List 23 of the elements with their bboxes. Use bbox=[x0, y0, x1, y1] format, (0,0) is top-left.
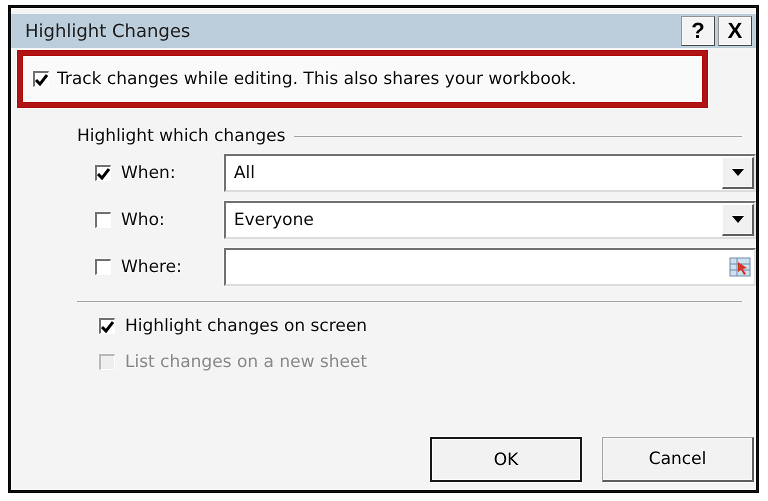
dropdown-field[interactable]: All bbox=[224, 154, 756, 192]
collapse-dialog-icon bbox=[729, 256, 751, 278]
checkbox[interactable] bbox=[95, 212, 111, 228]
checkbox[interactable] bbox=[95, 165, 111, 181]
checkbox-label: List changes on a new sheet bbox=[125, 352, 368, 372]
window-title: Highlight Changes bbox=[25, 20, 190, 42]
dropdown-arrow-icon bbox=[732, 216, 744, 223]
field-label: Who: bbox=[120, 210, 166, 230]
dropdown-arrow-icon bbox=[732, 169, 744, 176]
group-title: Highlight which changes bbox=[77, 126, 286, 146]
field-label: When: bbox=[120, 163, 177, 183]
dropdown-field[interactable]: Everyone bbox=[224, 201, 756, 239]
cancel-button[interactable]: Cancel bbox=[602, 437, 754, 482]
checkbox[interactable] bbox=[33, 71, 49, 87]
range-field[interactable] bbox=[224, 248, 756, 286]
field-label: Where: bbox=[120, 257, 183, 277]
ok-button[interactable]: OK bbox=[430, 437, 582, 482]
checkbox[interactable] bbox=[95, 259, 111, 275]
checkbox-label: Highlight changes on screen bbox=[125, 316, 368, 336]
help-button[interactable]: ? bbox=[681, 16, 715, 46]
checkbox-label: Track changes while editing. This also shares your workbook. bbox=[57, 69, 576, 89]
checkbox[interactable] bbox=[99, 318, 115, 334]
close-button[interactable]: X bbox=[718, 16, 752, 46]
